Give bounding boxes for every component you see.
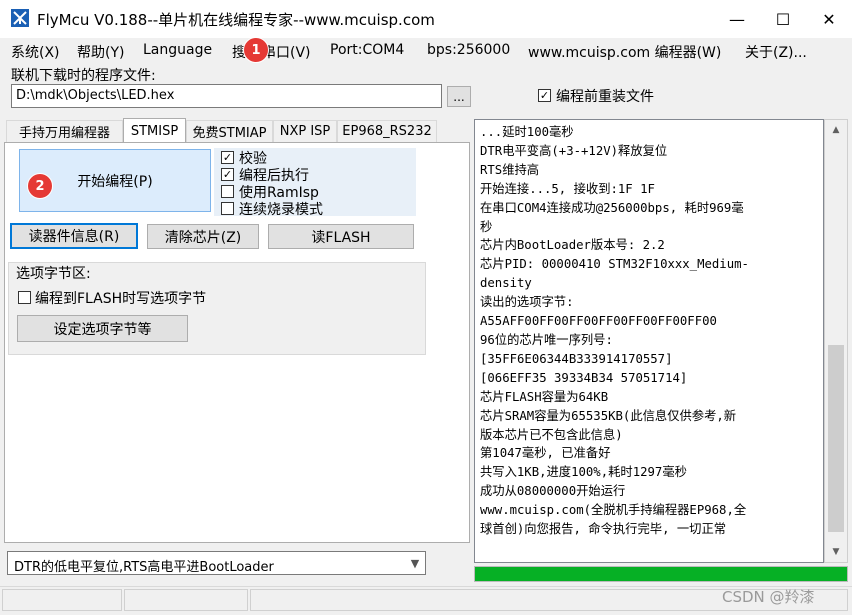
log-line: [066EFF35 39334B34 57051714] [480,370,688,385]
menu-port[interactable]: Port:COM4 [330,42,404,58]
log-line: 芯片PID: 00000410 STM32F10xxx_Medium- [480,257,749,272]
menu-bar [0,38,852,64]
chevron-down-icon[interactable]: ▼ [405,552,425,574]
log-line: 第1047毫秒, 已准备好 [480,446,611,461]
minimize-button[interactable]: — [714,0,760,38]
annotation-badge-1: 1 [243,37,269,63]
status-pane-2 [124,589,248,611]
tab-ep968[interactable]: EP968_RS232 [337,120,437,142]
menu-language[interactable]: Language [143,42,212,58]
status-pane-1 [2,589,122,611]
browse-button[interactable]: ... [447,86,471,107]
log-line: 球首创)向您报告, 命令执行完毕, 一切正常 [480,522,727,537]
tab-nxp-isp[interactable]: NXP ISP [273,120,337,142]
progress-fill [475,567,847,581]
log-line: ...延时100毫秒 [480,125,574,139]
window-title: FlyMcu V0.188--单片机在线编程专家--www.mcuisp.com [37,11,435,29]
scroll-down-icon[interactable]: ▼ [828,544,844,560]
progress-bar [474,566,848,582]
write-option-bytes-label: 编程到FLASH时写选项字节 [35,291,207,307]
continuous-label: 连续烧录模式 [239,202,323,218]
tab-stmiap[interactable]: 免费STMIAP [186,120,273,142]
reload-label: 编程前重装文件 [556,89,654,105]
log-line: RTS维持高 [480,162,540,177]
read-info-button[interactable]: 读器件信息(R) [10,223,138,249]
app-icon [11,9,29,27]
tab-handheld[interactable]: 手持万用编程器 [6,120,123,142]
log-line: DTR电平变高(+3-+12V)释放复位 [480,143,668,158]
log-line: 芯片SRAM容量为65535KB(此信息仅供参考,新 [480,408,737,423]
log-line: 芯片内BootLoader版本号: 2.2 [480,238,665,253]
scroll-up-icon[interactable]: ▲ [828,122,844,138]
menu-help[interactable]: 帮助(Y) [77,42,124,62]
continuous-checkbox[interactable] [221,202,234,215]
tab-stmisp[interactable]: STMISP [123,118,186,143]
log-line: 读出的选项字节: [480,295,574,310]
log-line: 版本芯片已不包含此信息) [480,427,623,442]
log-line: 96位的芯片唯一序列号: [480,332,613,347]
log-line: 秒 [480,219,493,234]
maximize-button[interactable]: ☐ [760,0,806,38]
log-line: 开始连接...5, 接收到:1F 1F [480,181,655,196]
log-line: 成功从08000000开始运行 [480,484,626,499]
erase-chip-button[interactable]: 清除芯片(Z) [147,224,259,249]
log-line: density [480,276,532,291]
menu-system[interactable]: 系统(X) [11,42,60,62]
log-line: www.mcuisp.com(全脱机手持编程器EP968,全 [480,503,747,518]
run-after-checkbox[interactable]: ✓ [221,168,234,181]
watermark: CSDN @羚漆 [722,588,815,606]
scroll-thumb[interactable] [828,345,844,532]
verify-checkbox[interactable]: ✓ [221,151,234,164]
menu-programmer[interactable]: www.mcuisp.com 编程器(W) [528,42,721,62]
log-output[interactable]: ...延时100毫秒 DTR电平变高(+3-+12V)释放复位 RTS维持高开始连接… [474,119,824,563]
write-option-bytes-checkbox[interactable] [18,291,31,304]
option-bytes-label: 选项字节区: [16,266,91,282]
reload-checkbox[interactable]: ✓ [538,89,551,102]
log-lines: ...延时100毫秒 DTR电平变高(+3-+12V)释放复位 RTS维持高开始连接… [480,123,822,539]
close-button[interactable]: ✕ [806,0,852,38]
reset-mode-select[interactable]: DTR的低电平复位,RTS高电平进BootLoader [7,551,426,575]
set-option-bytes-button[interactable]: 设定选项字节等 [17,315,188,342]
menu-serial-port[interactable]: 串口(V) [262,42,311,62]
file-label: 联机下载时的程序文件: [11,68,156,84]
log-line: 共写入1KB,进度100%,耗时1297毫秒 [480,465,687,480]
log-line: A55AFF00FF00FF00FF00FF00FF00FF00 [480,314,717,329]
menu-about[interactable]: 关于(Z)... [745,42,807,62]
annotation-badge-2: 2 [27,173,53,199]
log-line: 在串口COM4连接成功@256000bps, 耗时969毫 [480,200,744,215]
log-line: [35FF6E06344B333914170557] [480,351,673,366]
menu-bps[interactable]: bps:256000 [427,42,510,58]
file-path-field[interactable]: D:\mdk\Objects\LED.hex [11,84,442,108]
read-flash-button[interactable]: 读FLASH [268,224,414,249]
ramisp-checkbox[interactable] [221,185,234,198]
log-line: 芯片FLASH容量为64KB [480,389,609,404]
